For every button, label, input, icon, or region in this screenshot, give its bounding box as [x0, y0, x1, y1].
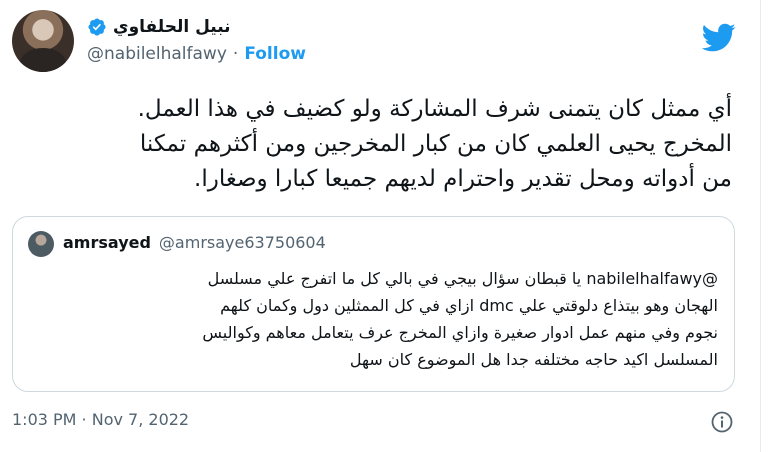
tweet-card: نبيل الحلفاوي @nabilelhalfawy · Follow أ… [0, 0, 761, 452]
twitter-bird-icon[interactable] [702, 20, 736, 54]
tweet-body: أي ممثل كان يتمنى شرف المشاركة ولو كضيف … [12, 92, 732, 197]
quoted-text-line: نجوم وفي منهم عمل ادوار صغيرة وازاي المخ… [202, 323, 718, 342]
info-icon[interactable] [710, 410, 734, 434]
verified-badge-icon [88, 18, 106, 36]
quoted-tweet[interactable]: amrsayed @amrsaye63750604 @nabilelhalfaw… [12, 216, 735, 392]
separator-dot: · [232, 44, 239, 64]
tweet-text-line: المخرج يحيى العلمي كان من كبار المخرجين … [139, 131, 732, 157]
quoted-avatar[interactable] [28, 231, 54, 257]
tweet-footer: 1:03 PM · Nov 7, 2022 [12, 410, 734, 434]
quoted-header: amrsayed @amrsaye63750604 [63, 233, 326, 252]
tweet-text-line: من أدواته ومحل تقدير واحترام لديهم جميعا… [194, 166, 732, 192]
author-handle[interactable]: @nabilelhalfawy [87, 44, 227, 64]
tweet-text-line: أي ممثل كان يتمنى شرف المشاركة ولو كضيف … [137, 96, 732, 122]
author-handle-row: @nabilelhalfawy · Follow [87, 44, 306, 64]
tweet-timestamp[interactable]: 1:03 PM · Nov 7, 2022 [12, 410, 189, 429]
quoted-text-line: @nabilelhalfawy يا قبطان سؤال بيجي في با… [207, 269, 718, 288]
tweet-header: نبيل الحلفاوي @nabilelhalfawy · Follow [87, 14, 306, 64]
author-display-name[interactable]: نبيل الحلفاوي [113, 17, 231, 37]
quoted-display-name[interactable]: amrsayed [63, 233, 151, 252]
quoted-text-line: الهجان وهو بيتذاع دلوقتي علي dmc ازاي في… [220, 296, 718, 315]
avatar[interactable] [12, 10, 74, 72]
quoted-text-line: المسلسل اكيد حاجه مختلفه جدا هل الموضوع … [349, 350, 718, 369]
quoted-handle[interactable]: @amrsaye63750604 [159, 233, 326, 252]
quoted-body: @nabilelhalfawy يا قبطان سؤال بيجي في با… [28, 265, 718, 373]
follow-button[interactable]: Follow [244, 44, 306, 64]
author-name-row: نبيل الحلفاوي [87, 14, 306, 40]
